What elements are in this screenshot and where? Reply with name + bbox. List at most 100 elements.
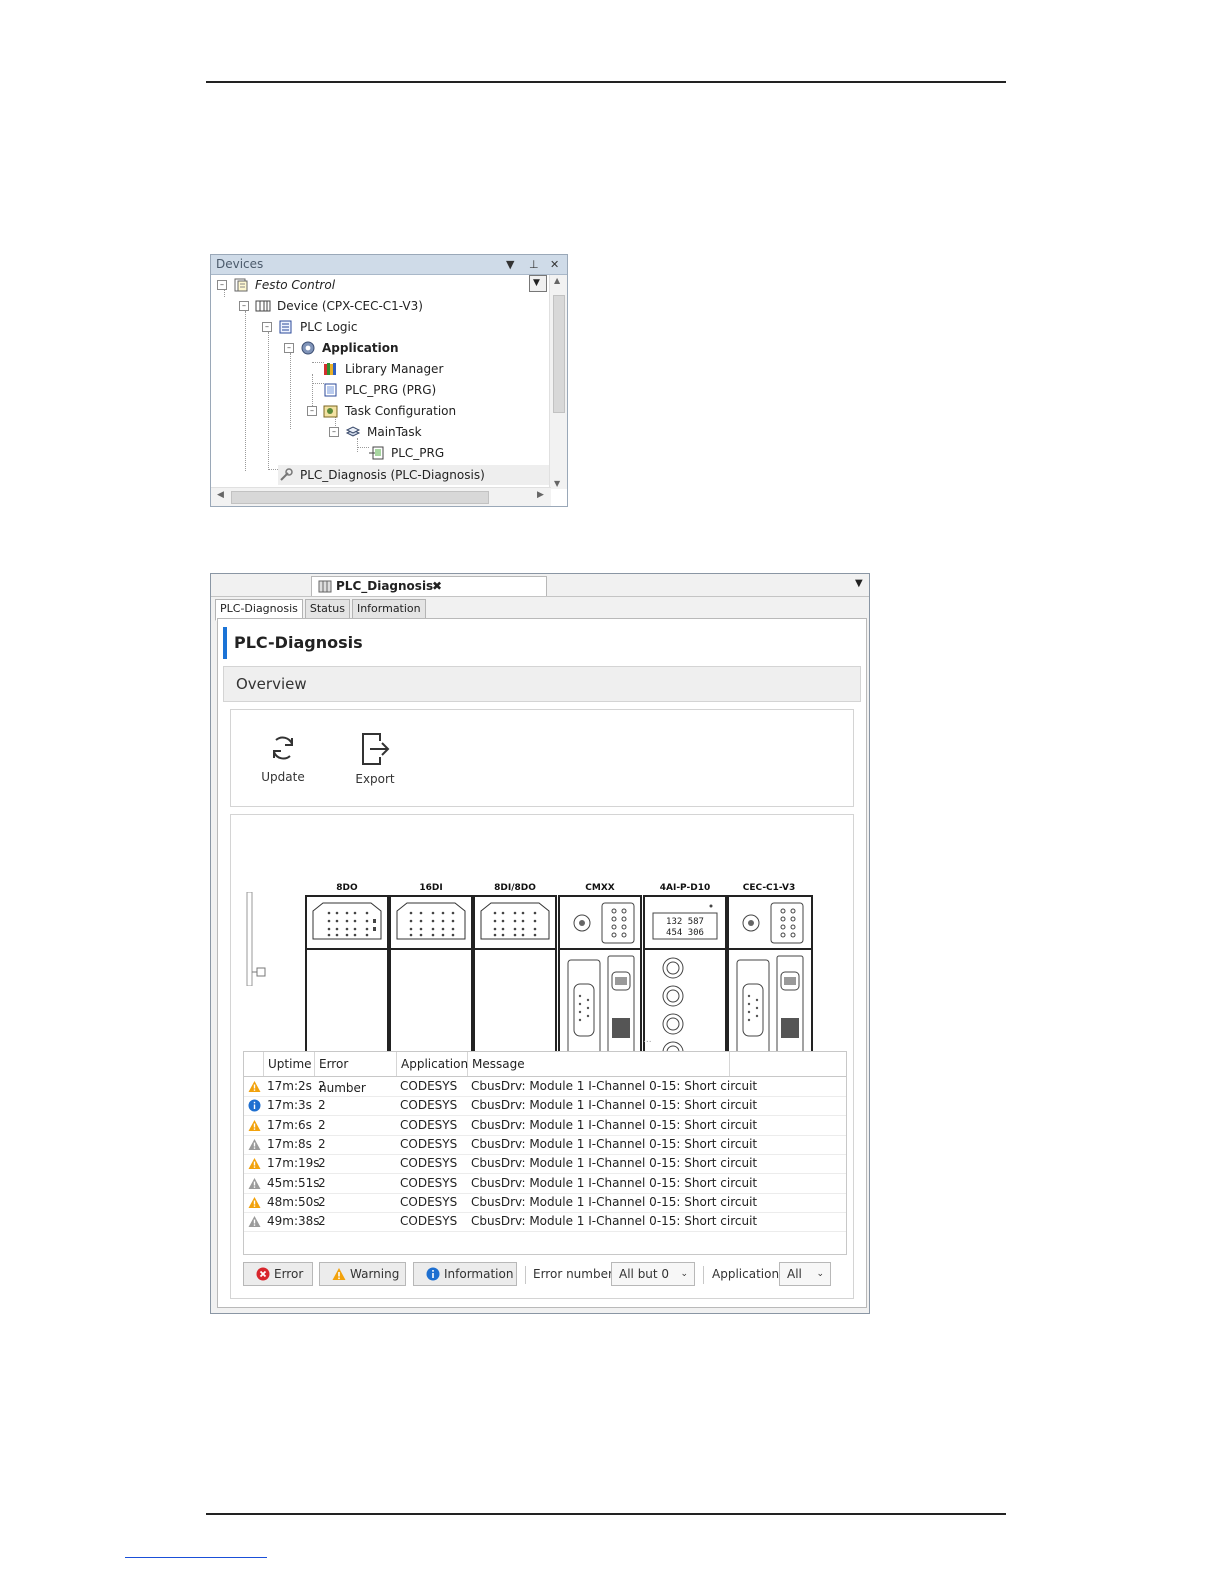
collapse-icon[interactable]: – [307, 406, 317, 416]
table-row[interactable]: 49m:38s 2 CODESYS CbusDrv: Module 1 I-Chann… [244, 1212, 846, 1233]
application-cell: CODESYS [400, 1117, 458, 1132]
module-label: CEC-C1-V3 [742, 883, 796, 893]
info-icon [426, 1267, 440, 1281]
module-4ai-p-d10[interactable]: 132 587 454 306 [643, 895, 727, 1077]
collapse-icon[interactable]: – [217, 280, 227, 290]
information-filter-label: Information [444, 1267, 514, 1281]
uptime-cell: 45m:51s [267, 1175, 320, 1190]
tree-item-plc-logic[interactable]: – PLC Logic [262, 317, 357, 337]
close-tab-icon[interactable]: ✖ [432, 577, 442, 595]
collapse-icon[interactable]: – [329, 427, 339, 437]
tree-item-plc-diagnosis[interactable]: PLC_Diagnosis (PLC-Diagnosis) [278, 465, 550, 485]
module-label: 8DI/8DO [494, 883, 536, 893]
chevron-down-icon: ⌄ [816, 1269, 824, 1279]
module-cmxx[interactable] [558, 895, 642, 1077]
program-icon [324, 383, 337, 397]
application-select[interactable]: All ⌄ [779, 1262, 831, 1286]
update-button[interactable]: Update [253, 732, 313, 784]
module-8di-8do[interactable] [473, 895, 557, 1077]
error-number-cell: 2 [318, 1079, 326, 1093]
tree-item-label: Application [322, 341, 399, 355]
scrollbar-thumb[interactable] [231, 491, 489, 504]
collapse-icon[interactable]: – [284, 343, 294, 353]
tree-item-festo-control[interactable]: – Festo Control [217, 275, 335, 295]
tree-line [245, 311, 246, 471]
chevron-down-icon: ▼ [533, 278, 540, 288]
export-button[interactable]: Export [345, 732, 405, 786]
horizontal-scrollbar[interactable]: ◀ ▶ [211, 487, 551, 506]
collapse-icon[interactable]: – [262, 322, 272, 332]
scroll-up-icon[interactable]: ▲ [554, 276, 560, 285]
vertical-scrollbar[interactable]: ▲ ▼ [549, 275, 567, 489]
module-cec-c1-v3[interactable] [727, 895, 813, 1077]
scrollbar-thumb[interactable] [553, 295, 565, 413]
uptime-cell: 17m:6s [267, 1117, 312, 1132]
table-row[interactable]: 17m:2s 2 CODESYS CbusDrv: Module 1 I-Channe… [244, 1077, 846, 1097]
program-call-icon [369, 446, 384, 460]
error-number-cell: 2 [318, 1214, 326, 1229]
error-number-cell: 2 [318, 1136, 326, 1151]
table-row[interactable]: 17m:19s 2 CODESYS CbusDrv: Module 1 I-Chann… [244, 1154, 846, 1175]
tree-line [290, 353, 291, 429]
module-8do[interactable] [305, 895, 389, 1077]
message-cell: CbusDrv: Module 1 I-Channel 0-15: Short … [471, 1136, 758, 1151]
tree-item-application[interactable]: – Application [284, 338, 399, 358]
table-row[interactable]: 17m:3s 2 CODESYS CbusDrv: Module 1 I-Channe… [244, 1096, 846, 1117]
message-cell: CbusDrv: Module 1 I-Channel 0-15: Short … [471, 1156, 758, 1171]
tree-item-device[interactable]: – Device (CPX-CEC-C1-V3) [239, 296, 423, 316]
scroll-right-icon[interactable]: ▶ [537, 490, 544, 500]
table-header: Uptime Error number Application Message [244, 1052, 846, 1095]
error-filter-button[interactable]: Error [243, 1262, 313, 1286]
column-header-application[interactable]: Application [397, 1052, 468, 1076]
splitter-grip[interactable]: ... [643, 1035, 652, 1045]
error-number-select[interactable]: All but 0 ⌄ [611, 1262, 695, 1286]
module-16di[interactable] [389, 895, 473, 1077]
tree-item-task-configuration[interactable]: – Task Configuration [307, 401, 456, 421]
column-header-uptime[interactable]: Uptime [264, 1052, 315, 1076]
tree-item-label: Festo Control [255, 278, 336, 292]
plc-diagnosis-editor: PLC_Diagnosis ✖ ▼ PLC-Diagnosis Status I… [210, 573, 870, 1314]
error-number-cell: 2 [318, 1117, 326, 1132]
table-row[interactable]: 48m:50s 2 CODESYS CbusDrv: Module 1 I-Chann… [244, 1193, 846, 1213]
application-cell: CODESYS [400, 1175, 458, 1190]
uptime-cell: 48m:50s [267, 1194, 320, 1209]
tree-item-plc-prg[interactable]: PLC_PRG (PRG) [323, 380, 436, 400]
close-icon[interactable]: ✕ [550, 255, 559, 274]
column-header-error-number[interactable]: Error number [315, 1052, 397, 1095]
information-filter-button[interactable]: Information [413, 1262, 517, 1286]
tree-item-label: Device (CPX-CEC-C1-V3) [277, 299, 423, 313]
tree-item-plc-prg-call[interactable]: PLC_PRG [369, 443, 444, 463]
warning-filter-button[interactable]: Warning [319, 1262, 406, 1286]
plc-logic-icon [279, 320, 292, 334]
task-stack-icon [345, 426, 361, 437]
message-cell: CbusDrv: Module 1 I-Channel 0-15: Short … [471, 1214, 758, 1229]
table-row[interactable]: 45m:51s 2 CODESYS CbusDrv: Module 1 I-Chann… [244, 1174, 846, 1194]
tab-status[interactable]: Status [304, 599, 350, 619]
tree-item-library-manager[interactable]: Library Manager [323, 359, 443, 379]
scroll-left-icon[interactable]: ◀ [217, 490, 224, 500]
devices-panel: Devices ▼ ⊥ ✕ – Festo Control – Device (… [210, 254, 568, 507]
devices-panel-title: Devices [216, 257, 264, 271]
page-title: PLC-Diagnosis [223, 627, 363, 659]
application-cell: CODESYS [400, 1079, 458, 1093]
section-header-overview: Overview [223, 666, 861, 702]
pin-icon[interactable]: ⊥ [529, 255, 539, 274]
column-header-message[interactable]: Message [468, 1052, 730, 1076]
application-cell: CODESYS [400, 1098, 458, 1113]
module-led-panel [475, 897, 555, 950]
zoom-slider[interactable] [245, 892, 267, 986]
uptime-cell: 17m:19s [267, 1156, 320, 1171]
warning-gray-icon [248, 1138, 261, 1150]
table-row[interactable]: 17m:8s 2 CODESYS CbusDrv: Module 1 I-Channe… [244, 1135, 846, 1155]
scroll-down-icon[interactable]: ▼ [554, 479, 560, 488]
panel-menu-icon[interactable]: ▼ [506, 255, 514, 274]
table-row[interactable]: 17m:6s 2 CODESYS CbusDrv: Module 1 I-Channe… [244, 1116, 846, 1136]
tree-item-maintask[interactable]: – MainTask [329, 422, 422, 442]
document-tab-plc-diagnosis[interactable]: PLC_Diagnosis ✖ [311, 576, 547, 596]
tab-information[interactable]: Information [351, 599, 426, 619]
tab-list-chevron-icon[interactable]: ▼ [855, 578, 863, 589]
diagnosis-content: PLC-Diagnosis Overview Update Export 8DO… [217, 618, 867, 1308]
tree-line [268, 332, 269, 470]
tree-dropdown-button[interactable]: ▼ [529, 275, 547, 292]
collapse-icon[interactable]: – [239, 301, 249, 311]
